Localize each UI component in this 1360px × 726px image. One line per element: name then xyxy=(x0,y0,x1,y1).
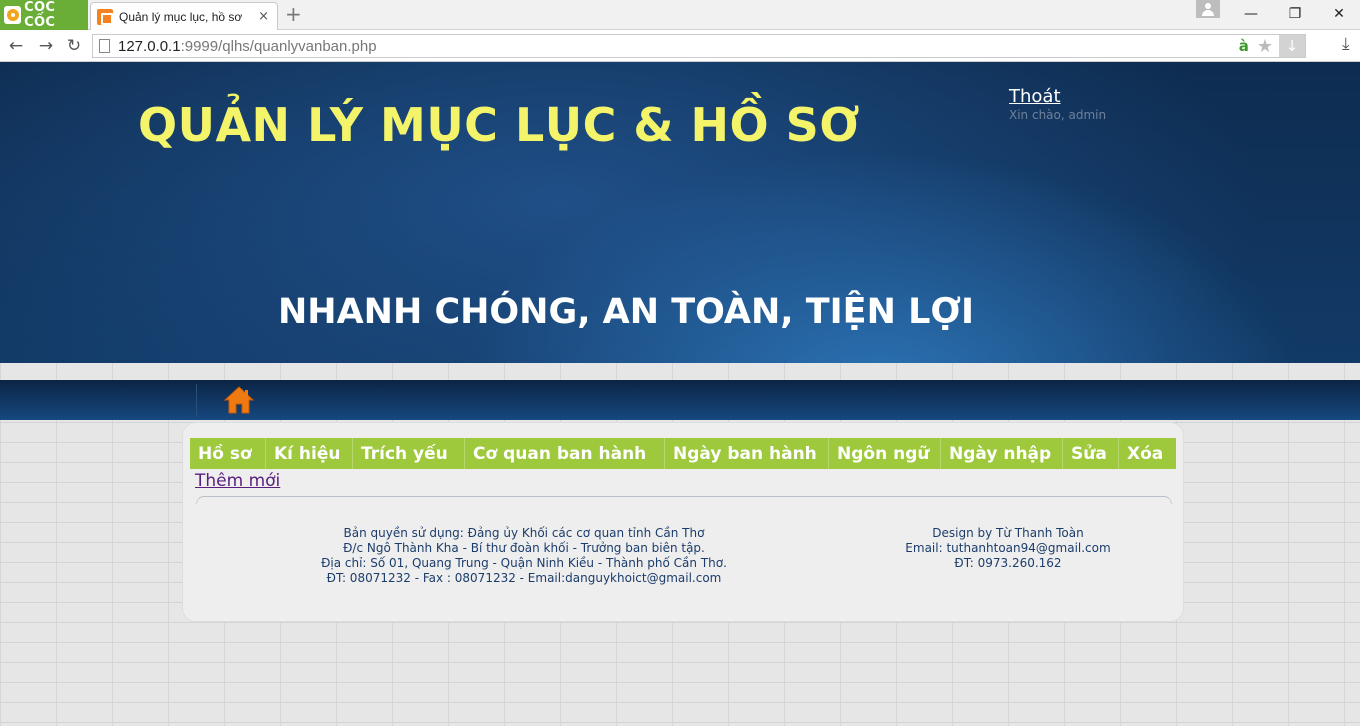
column-header-co-quan-ban-hanh: Cơ quan ban hành xyxy=(465,438,665,469)
page-info-icon[interactable] xyxy=(99,39,110,53)
coccoc-logo-icon xyxy=(4,6,22,24)
logout-link[interactable]: Thoát xyxy=(1009,86,1061,107)
home-icon[interactable] xyxy=(222,384,256,416)
footer-divider xyxy=(196,496,1172,504)
column-header-ngay-ban-hanh: Ngày ban hành xyxy=(665,438,829,469)
new-tab-button[interactable]: + xyxy=(285,3,302,25)
greeting-text: Xin chào, admin xyxy=(1009,108,1107,122)
back-arrow-icon[interactable]: ← xyxy=(4,34,28,58)
footer-copyright: Bản quyền sử dụng: Đảng ủy Khối các cơ q… xyxy=(296,526,752,586)
browser-brand-label: CỐC CỐC xyxy=(24,0,56,30)
url-path: :9999/qlhs/quanlyvanban.php xyxy=(180,37,377,55)
footer-designer-email: Email: tuthanhtoan94@gmail.com xyxy=(905,541,1111,555)
typing-extension-icon[interactable]: à xyxy=(1239,37,1249,55)
active-tab[interactable]: Quản lý mục lục, hồ sơ × xyxy=(90,2,278,30)
address-bar[interactable]: 127.0.0.1:9999/qlhs/quanlyvanban.php à ★… xyxy=(92,34,1306,58)
address-toolbar: ← → ↻ 127.0.0.1:9999/qlhs/quanlyvanban.p… xyxy=(0,30,1360,62)
forward-arrow-icon[interactable]: → xyxy=(34,34,58,58)
browser-brand-button[interactable]: CỐC CỐC xyxy=(0,0,88,30)
tab-title: Quản lý mục lục, hồ sơ xyxy=(119,9,243,24)
menu-separator xyxy=(196,384,197,416)
xampp-favicon-icon xyxy=(97,8,113,25)
column-header-xoa: Xóa xyxy=(1127,443,1164,464)
footer-designer: Design by Từ Thanh Toàn Email: tuthanhto… xyxy=(878,526,1138,571)
reload-icon[interactable]: ↻ xyxy=(62,34,86,58)
tab-close-icon[interactable]: × xyxy=(258,9,269,24)
footer-address-line: Địa chỉ: Số 01, Quang Trung - Quận Ninh … xyxy=(321,556,727,570)
url-actions: à ★ ↓ xyxy=(1239,35,1305,57)
url-host: 127.0.0.1 xyxy=(118,37,181,55)
footer-editor-line: Đ/c Ngô Thành Kha - Bí thư đoàn khối - T… xyxy=(343,541,705,555)
column-header-ho-so: Hồ sơ xyxy=(190,438,266,469)
footer-copyright-line: Bản quyền sử dụng: Đảng ủy Khối các cơ q… xyxy=(343,526,705,540)
bookmark-star-icon[interactable]: ★ xyxy=(1257,36,1273,57)
add-new-link[interactable]: Thêm mới xyxy=(195,471,280,491)
column-header-trich-yeu: Trích yếu xyxy=(353,438,465,469)
column-header-sua: Sửa xyxy=(1063,438,1119,469)
main-menu-bar xyxy=(0,380,1360,420)
column-header-ki-hieu: Kí hiệu xyxy=(266,438,353,469)
close-window-icon[interactable]: ✕ xyxy=(1316,0,1360,28)
table-header: Hồ sơ Kí hiệu Trích yếu Cơ quan ban hành… xyxy=(190,438,1176,469)
column-header-ngon-ngu: Ngôn ngữ xyxy=(829,438,941,469)
browser-tab-bar: CỐC CỐC Quản lý mục lục, hồ sơ × + — ❐ ✕ xyxy=(0,0,1360,30)
profile-icon[interactable] xyxy=(1196,0,1220,18)
column-header-ngay-nhap: Ngày nhập xyxy=(941,438,1063,469)
downloads-icon[interactable]: ⤓ xyxy=(1342,34,1350,54)
restore-window-icon[interactable]: ❐ xyxy=(1272,0,1318,28)
minimize-window-icon[interactable]: — xyxy=(1228,0,1274,28)
footer-contact-line: ĐT: 08071232 - Fax : 08071232 - Email:da… xyxy=(326,571,722,585)
footer-designer-line: Design by Từ Thanh Toàn xyxy=(932,526,1084,540)
savior-download-icon[interactable]: ↓ xyxy=(1279,35,1305,57)
footer-designer-phone: ĐT: 0973.260.162 xyxy=(954,556,1062,570)
site-title: QUẢN LÝ MỤC LỤC & HỒ SƠ xyxy=(138,98,860,152)
site-slogan: NHANH CHÓNG, AN TOÀN, TIỆN LỢI xyxy=(278,292,974,332)
url-text[interactable]: 127.0.0.1:9999/qlhs/quanlyvanban.php xyxy=(118,38,377,55)
